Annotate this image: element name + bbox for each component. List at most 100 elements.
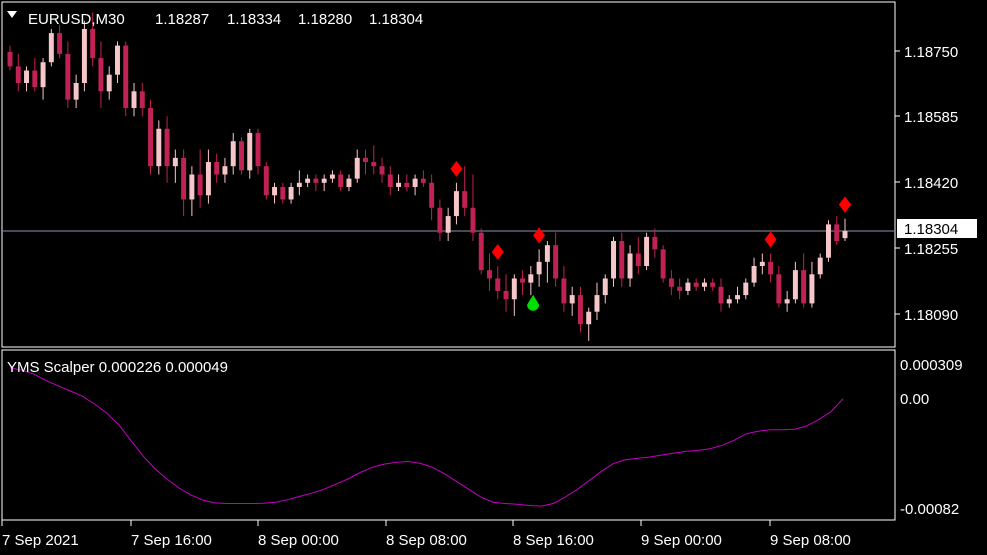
candle-body bbox=[106, 74, 112, 92]
candle-body bbox=[313, 178, 319, 183]
candle-body bbox=[602, 278, 608, 296]
indicator-tick: 0.00 bbox=[900, 391, 929, 408]
candle-body bbox=[90, 28, 96, 59]
candle-body bbox=[230, 141, 236, 167]
candle-body bbox=[172, 157, 178, 167]
candle-body bbox=[825, 224, 831, 258]
time-tick: 7 Sep 2021 bbox=[2, 532, 79, 549]
time-tick: 7 Sep 16:00 bbox=[131, 532, 212, 549]
candle-body bbox=[197, 174, 203, 196]
candle-body bbox=[288, 186, 294, 200]
candle-body bbox=[222, 166, 228, 175]
candle-body bbox=[768, 261, 774, 275]
indicator-label: YMS Scalper 0.000226 0.000049 bbox=[7, 359, 228, 376]
candle-body bbox=[619, 241, 625, 279]
candle-body bbox=[371, 162, 377, 167]
candle-body bbox=[710, 282, 716, 287]
candle-body bbox=[759, 261, 765, 266]
candle-body bbox=[214, 162, 220, 175]
candle-body bbox=[7, 51, 13, 67]
candle-body bbox=[685, 282, 691, 291]
candle-body bbox=[635, 253, 641, 266]
candle-body bbox=[693, 282, 699, 287]
ohlc-high: 1.18334 bbox=[227, 11, 281, 28]
candle-body bbox=[73, 83, 79, 100]
candle-body bbox=[114, 45, 120, 75]
candle-body bbox=[809, 274, 815, 304]
candle-body bbox=[32, 70, 38, 88]
candle-body bbox=[57, 33, 63, 54]
candle-body bbox=[453, 191, 459, 217]
candle-body bbox=[280, 186, 286, 200]
candle-body bbox=[701, 282, 707, 287]
candle-body bbox=[495, 278, 501, 291]
candle-body bbox=[627, 253, 633, 279]
candle-body bbox=[387, 174, 393, 187]
candle-body bbox=[644, 236, 650, 266]
candle-body bbox=[660, 249, 666, 279]
candle-body bbox=[784, 299, 790, 304]
chart-background bbox=[0, 0, 987, 555]
candle-body bbox=[139, 91, 145, 108]
candle-body bbox=[834, 224, 840, 242]
candle-body bbox=[346, 178, 352, 187]
candle-body bbox=[263, 166, 269, 196]
candle-body bbox=[181, 157, 187, 200]
candle-body bbox=[429, 182, 435, 208]
indicator-tick: -0.00082 bbox=[900, 501, 959, 518]
candle-body bbox=[445, 216, 451, 233]
candle-body bbox=[503, 290, 509, 300]
candle-body bbox=[478, 232, 484, 271]
candle-body bbox=[305, 178, 311, 183]
candle-body bbox=[123, 45, 129, 108]
candle-body bbox=[24, 70, 30, 84]
candle-body bbox=[189, 174, 195, 200]
candle-body bbox=[735, 295, 741, 300]
trading-chart[interactable]: EURUSD,M30 1.18287 1.18334 1.18280 1.183… bbox=[0, 0, 987, 555]
candle-body bbox=[668, 278, 674, 287]
candle-body bbox=[329, 174, 335, 179]
price-tick: 1.18090 bbox=[904, 307, 958, 324]
candle-body bbox=[354, 157, 360, 179]
candle-body bbox=[379, 166, 385, 175]
candle-body bbox=[363, 157, 368, 163]
candle-body bbox=[247, 132, 253, 171]
time-tick: 8 Sep 16:00 bbox=[513, 532, 594, 549]
candle-body bbox=[553, 245, 559, 279]
price-tick: 1.18420 bbox=[904, 175, 958, 192]
candle-body bbox=[520, 278, 526, 283]
candle-body bbox=[586, 311, 592, 325]
candle-body bbox=[677, 286, 683, 291]
candle-body bbox=[594, 295, 600, 312]
ohlc-open: 1.18287 bbox=[155, 11, 209, 28]
candle-body bbox=[528, 274, 534, 283]
ohlc-close: 1.18304 bbox=[369, 11, 423, 28]
candle-body bbox=[239, 141, 244, 171]
candle-body bbox=[544, 245, 550, 262]
candle-body bbox=[726, 299, 732, 304]
candle-body bbox=[48, 33, 54, 63]
candle-body bbox=[412, 178, 418, 187]
candle-body bbox=[776, 274, 782, 304]
candle-body bbox=[511, 278, 517, 300]
ohlc-low: 1.18280 bbox=[298, 11, 352, 28]
candle-body bbox=[98, 58, 104, 92]
candle-body bbox=[81, 28, 87, 84]
symbol-label: EURUSD,M30 bbox=[28, 11, 125, 28]
candle-body bbox=[321, 178, 327, 183]
current-price-value: 1.18304 bbox=[904, 221, 958, 238]
candle-body bbox=[40, 62, 46, 88]
candle-body bbox=[338, 174, 344, 187]
candle-body bbox=[569, 295, 575, 304]
candle-body bbox=[842, 231, 848, 239]
candle-body bbox=[255, 132, 261, 167]
price-tick: 1.18585 bbox=[904, 109, 958, 126]
candle-body bbox=[743, 282, 749, 296]
candle-body bbox=[396, 182, 402, 187]
candle-body bbox=[561, 278, 567, 304]
candle-body bbox=[817, 257, 823, 275]
time-tick: 9 Sep 08:00 bbox=[770, 532, 851, 549]
candle-body bbox=[792, 270, 798, 300]
candle-body bbox=[577, 295, 583, 325]
candle-body bbox=[801, 270, 807, 304]
